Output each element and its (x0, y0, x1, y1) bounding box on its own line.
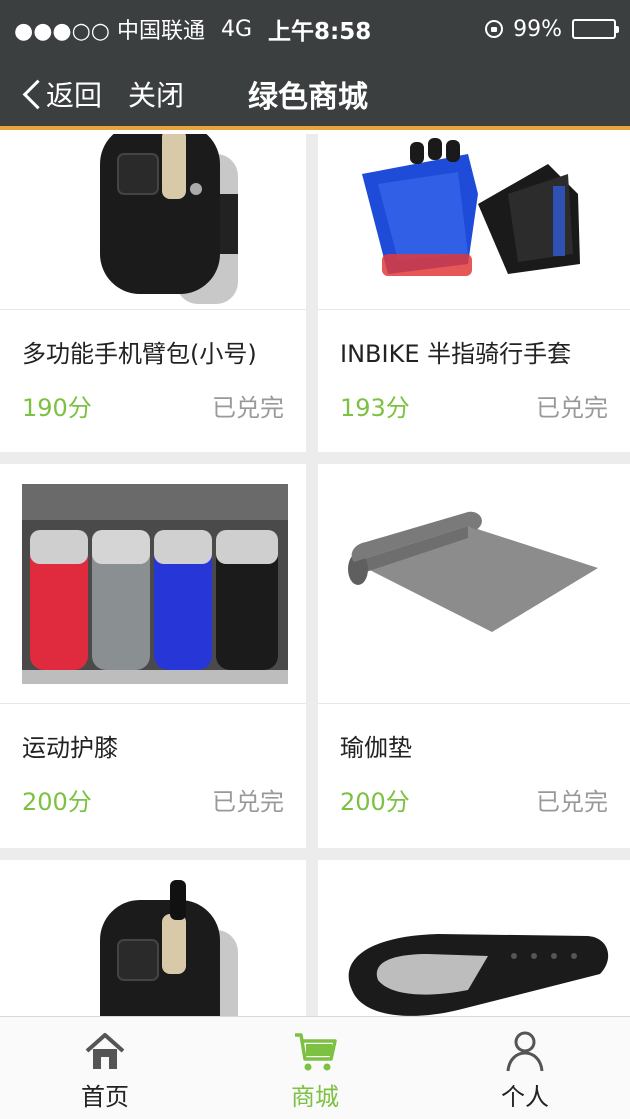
knee-pads-image (0, 464, 306, 704)
page-title: 绿色商城 (248, 80, 368, 115)
back-label: 返回 (46, 79, 103, 112)
tab-mall[interactable]: 商城 (210, 1017, 420, 1119)
battery-icon (572, 19, 619, 39)
close-button[interactable]: 关闭 (128, 74, 184, 114)
tab-profile-label: 个人 (501, 1083, 549, 1111)
product-card[interactable]: 运动护膝 200分 已兑完 (0, 464, 306, 848)
product-name: 多功能手机臂包(小号) (22, 340, 257, 368)
product-price: 190分 (22, 394, 92, 422)
product-card[interactable]: 瑜伽垫 200分 已兑完 (318, 464, 630, 848)
nav-bar: 返回 关闭 绿色商城 (0, 58, 630, 130)
fitness-band-image (318, 860, 630, 1016)
yoga-mat-image (318, 464, 630, 704)
product-price: 200分 (22, 788, 92, 816)
product-status: 已兑完 (212, 788, 284, 816)
carrier-text: ●●●○○ 中国联通 (14, 19, 205, 44)
product-status: 已兑完 (536, 788, 608, 816)
product-card[interactable] (318, 860, 630, 1016)
product-name: 瑜伽垫 (340, 734, 412, 762)
product-name: 运动护膝 (22, 734, 118, 762)
product-status: 已兑完 (536, 394, 608, 422)
product-card[interactable]: INBIKE 半指骑行手套 193分 已兑完 (318, 134, 630, 452)
armband-image (0, 860, 306, 1016)
chevron-left-icon (20, 77, 42, 111)
product-card[interactable] (0, 860, 306, 1016)
product-status: 已兑完 (212, 394, 284, 422)
network-type: 4G (220, 16, 253, 42)
person-icon (503, 1029, 547, 1073)
battery-percent: 99% (513, 16, 562, 42)
back-button[interactable]: 返回 (20, 74, 102, 114)
product-grid: 多功能手机臂包(小号) 190分 已兑完 INBIKE 半指骑行手套 193分 … (0, 134, 630, 1016)
product-price: 193分 (340, 394, 410, 422)
product-name: INBIKE 半指骑行手套 (340, 340, 572, 368)
clock: 上午8:58 (268, 19, 372, 45)
orientation-lock-icon (485, 20, 504, 38)
cart-icon (293, 1029, 337, 1073)
home-icon (83, 1029, 127, 1073)
tab-home[interactable]: 首页 (0, 1017, 210, 1119)
tab-mall-label: 商城 (291, 1083, 339, 1111)
bottom-tab-bar: 首页 商城 个人 (0, 1016, 630, 1119)
gloves-image (318, 134, 630, 310)
product-card[interactable]: 多功能手机臂包(小号) 190分 已兑完 (0, 134, 306, 452)
armband-image (0, 134, 306, 310)
product-price: 200分 (340, 788, 410, 816)
status-bar: ●●●○○ 中国联通 4G 上午8:58 99% (0, 0, 630, 58)
tab-profile[interactable]: 个人 (420, 1017, 630, 1119)
tab-home-label: 首页 (81, 1083, 129, 1111)
